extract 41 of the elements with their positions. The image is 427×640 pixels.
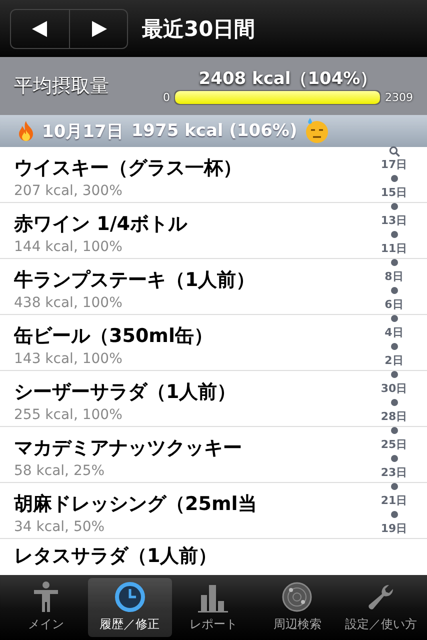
index-entry[interactable]: 15日 (380, 185, 408, 200)
index-entry[interactable]: 2日 (384, 353, 404, 368)
average-intake-label: 平均摂取量 (14, 74, 110, 99)
tab[interactable]: 設定／使い方 (339, 578, 423, 637)
food-name: 赤ワイン 1/4ボトル (14, 212, 188, 236)
tab[interactable]: 履歴／修正 (88, 578, 172, 637)
day-date: 10月17日 (42, 120, 124, 142)
food-calories: 255 kcal, 100% (14, 406, 124, 422)
index-entry[interactable]: 19日 (380, 521, 408, 536)
index-entry[interactable]: 13日 (380, 213, 408, 228)
food-calories: 34 kcal, 50% (14, 518, 106, 534)
food-name: 缶ビール（350ml缶） (14, 324, 214, 348)
food-name: 牛ランプステーキ（1人前） (14, 268, 256, 292)
food-calories: 58 kcal, 25% (14, 462, 106, 478)
index-entry[interactable]: 23日 (380, 465, 408, 480)
food-calories: 438 kcal, 100% (14, 294, 124, 310)
index-entry[interactable]: 30日 (380, 381, 408, 396)
index-entry[interactable]: 28日 (380, 409, 408, 424)
index-entry[interactable]: 21日 (380, 493, 408, 508)
index-entry[interactable]: 17日 (380, 157, 408, 172)
food-name: レタスサラダ（1人前） (14, 544, 218, 569)
tab[interactable]: 周辺検索 (255, 578, 340, 637)
bar-min-label: 0 (163, 91, 170, 104)
bar-max-label: 2309 (385, 91, 413, 104)
average-intake-value: 2408 kcal（104%） (198, 68, 378, 90)
index-entry[interactable]: 8日 (384, 269, 404, 284)
food-calories: 144 kcal, 100% (14, 238, 124, 254)
index-entry[interactable]: 6日 (384, 297, 404, 312)
index-entry[interactable]: 4日 (384, 325, 404, 340)
screen-title: 最近30日間 (142, 16, 256, 42)
day-total: 1975 kcal (106%) (131, 121, 298, 141)
index-entry[interactable]: 25日 (380, 437, 408, 452)
tab[interactable]: メイン (4, 578, 88, 637)
index-entry[interactable]: 11日 (380, 241, 408, 256)
food-name: ウイスキー（グラス一杯） (14, 156, 243, 180)
food-calories: 143 kcal, 100% (14, 350, 124, 366)
food-name: マカデミアナッツクッキー (14, 436, 243, 460)
food-name: 胡麻ドレッシング（25ml当 (14, 492, 258, 516)
food-name: シーザーサラダ（1人前） (14, 380, 238, 404)
tab[interactable]: レポート (172, 578, 256, 637)
food-calories: 207 kcal, 300% (14, 182, 124, 198)
